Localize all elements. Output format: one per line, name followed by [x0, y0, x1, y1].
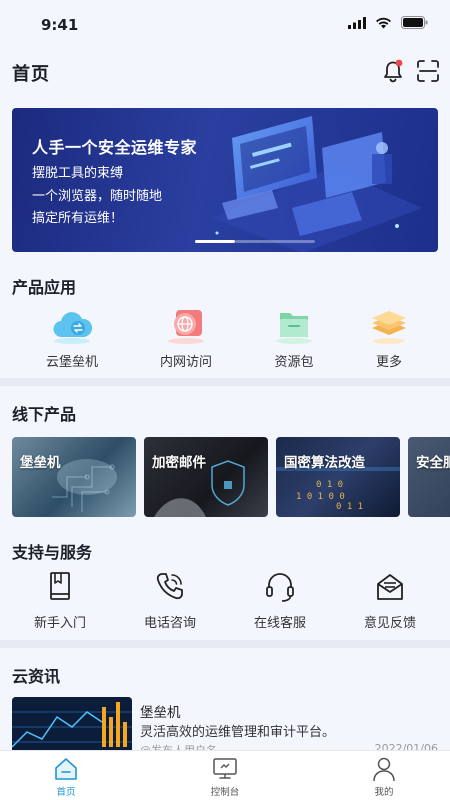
cloud-exchange-icon — [50, 307, 94, 345]
tab-label: 首页 — [56, 787, 76, 798]
user-icon — [371, 756, 397, 782]
service-item-feedback[interactable]: 意见反馈 — [345, 570, 435, 631]
scan-button[interactable] — [415, 58, 441, 84]
status-bar: 9:41 — [0, 0, 450, 50]
app-label: 内网访问 — [159, 355, 212, 370]
tab-home[interactable]: 首页 — [21, 751, 111, 800]
banner-title: 人手一个安全运维专家 — [32, 138, 198, 157]
app-item-intranet-access[interactable]: 内网访问 — [146, 307, 226, 370]
news-thumbnail — [12, 697, 132, 757]
signal-icon — [348, 16, 366, 29]
shield-lock-illustration — [154, 460, 245, 517]
app-label: 云堡垒机 — [45, 355, 98, 370]
news-item-title: 堡垒机 — [140, 705, 181, 721]
page-title: 首页 — [12, 64, 50, 85]
section-divider — [0, 378, 450, 386]
headset-icon — [263, 570, 297, 604]
card-label: 加密邮件 — [152, 455, 206, 471]
tab-label: 我的 — [374, 787, 394, 798]
promo-banner[interactable]: 人手一个安全运维专家 摆脱工具的束缚 一个浏览器，随时随地 搞定所有运维！ — [12, 108, 438, 252]
svg-text:0 1 0: 0 1 0 — [316, 480, 343, 490]
service-label: 在线客服 — [253, 616, 306, 631]
bell-icon — [384, 59, 403, 83]
section-divider — [0, 640, 450, 648]
service-item-online-support[interactable]: 在线客服 — [235, 570, 325, 631]
news-item-description: 灵活高效的运维管理和审计平台。 — [140, 725, 336, 740]
card-label: 国密算法改造 — [284, 455, 365, 471]
status-icons — [348, 16, 428, 29]
offline-products-carousel[interactable]: 堡垒机 加密邮件 0 1 0 1 0 1 0 00 1 1 国密算法改造 安全服 — [12, 437, 450, 517]
notification-button[interactable] — [380, 58, 406, 84]
layers-icon — [367, 307, 411, 345]
app-label: 更多 — [375, 355, 402, 370]
svg-text:1 0 1 0 0: 1 0 1 0 0 — [296, 492, 345, 502]
app-item-resource-pack[interactable]: 资源包 — [254, 307, 334, 370]
service-label: 电话咨询 — [143, 616, 196, 631]
banner-line-3: 搞定所有运维！ — [32, 211, 124, 226]
support-title: 支持与服务 — [12, 543, 93, 562]
header: 首页 — [0, 50, 450, 94]
tab-label: 控制台 — [210, 787, 240, 798]
globe-network-icon — [164, 307, 208, 345]
product-card-sm-algorithm[interactable]: 0 1 0 1 0 1 0 00 1 1 国密算法改造 — [276, 437, 400, 517]
card-label: 安全服 — [416, 455, 450, 471]
product-card-encrypted-mail[interactable]: 加密邮件 — [144, 437, 268, 517]
product-card-bastion[interactable]: 堡垒机 — [12, 437, 136, 517]
book-icon — [43, 570, 77, 604]
home-page: 9:41 首页 人手一个安全运维专家 摆脱工具的束缚 一个浏览器，随时随地 搞定… — [0, 0, 450, 800]
scan-icon — [417, 60, 439, 82]
service-label: 新手入门 — [33, 616, 86, 631]
tab-profile[interactable]: 我的 — [339, 751, 429, 800]
banner-illustration — [212, 116, 422, 252]
product-apps-title: 产品应用 — [12, 278, 77, 297]
console-icon — [212, 756, 238, 782]
home-icon — [53, 756, 79, 782]
app-item-cloud-bastion[interactable]: 云堡垒机 — [32, 307, 112, 370]
card-label: 堡垒机 — [20, 455, 61, 471]
battery-icon — [401, 16, 428, 29]
service-label: 意见反馈 — [363, 616, 416, 631]
circuit-pattern — [52, 459, 117, 512]
service-item-phone-consult[interactable]: 电话咨询 — [125, 570, 215, 631]
binary-pattern: 0 1 0 1 0 1 0 00 1 1 — [276, 467, 400, 512]
status-time: 9:41 — [41, 16, 79, 34]
news-title: 云资讯 — [12, 667, 61, 686]
folder-icon — [272, 307, 316, 345]
mail-icon — [373, 570, 407, 604]
wifi-icon — [376, 17, 391, 28]
phone-icon — [153, 570, 187, 604]
banner-line-1: 摆脱工具的束缚 — [32, 166, 124, 181]
banner-pagination — [195, 240, 315, 243]
notification-dot — [395, 59, 403, 67]
offline-products-title: 线下产品 — [12, 405, 77, 424]
app-label: 资源包 — [274, 355, 314, 370]
banner-line-2: 一个浏览器，随时随地 — [32, 189, 163, 204]
bottom-tab-bar: 首页 控制台 我的 — [0, 750, 450, 800]
svg-text:0 1 1: 0 1 1 — [336, 502, 363, 512]
tab-console[interactable]: 控制台 — [180, 751, 270, 800]
app-item-more[interactable]: 更多 — [349, 307, 429, 370]
service-item-getting-started[interactable]: 新手入门 — [15, 570, 105, 631]
product-card-security-service[interactable]: 安全服 — [408, 437, 450, 517]
